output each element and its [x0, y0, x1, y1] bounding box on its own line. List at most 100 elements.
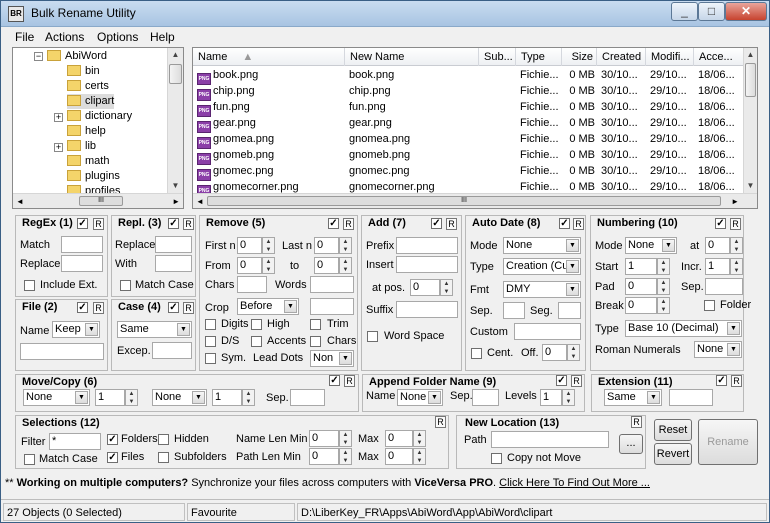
roman-numerals-select[interactable]: None ▼ [694, 341, 742, 358]
path-len-min-spinner[interactable]: ▲ ▼ [339, 448, 352, 465]
spin-up-icon[interactable]: ▲ [563, 390, 574, 398]
scroll-right-arrow[interactable]: ► [172, 195, 180, 208]
table-row[interactable]: PNG gear.png gear.png Fichie... 0 MB 30/10...… [193, 115, 745, 133]
spin-down-icon[interactable]: ▼ [658, 267, 669, 275]
spin-down-icon[interactable]: ▼ [441, 288, 452, 296]
tree-item[interactable]: plugins [67, 169, 120, 184]
tree-item[interactable]: lib [67, 139, 96, 154]
column-header-size[interactable]: Size [562, 48, 597, 66]
tree-horizontal-scrollbar[interactable]: ◄ III ► [13, 193, 183, 208]
scroll-thumb[interactable]: III [79, 196, 123, 206]
numbering-type-select[interactable]: Base 10 (Decimal) ▼ [625, 320, 742, 337]
case-enable-checkbox[interactable]: ✓ [168, 302, 179, 313]
promo-link[interactable]: Click Here To Find Out More ... [499, 477, 650, 489]
selections-match-case-checkbox[interactable] [24, 454, 35, 465]
file-enable-checkbox[interactable]: ✓ [77, 302, 88, 313]
spin-down-icon[interactable]: ▼ [243, 398, 254, 406]
move-copy-sep-input[interactable] [290, 389, 325, 406]
spin-up-icon[interactable]: ▲ [658, 259, 669, 267]
levels-input[interactable]: 1 [540, 389, 562, 406]
at-pos-spinner[interactable]: ▲ ▼ [440, 279, 453, 296]
files-checkbox[interactable]: ✓ [107, 452, 118, 463]
date-custom-input[interactable] [514, 323, 581, 340]
tree-item[interactable]: math [67, 154, 109, 169]
column-header-sub[interactable]: Sub... [479, 48, 516, 66]
last-n-spinner[interactable]: ▲ ▼ [339, 237, 352, 254]
close-button[interactable]: ✕ [725, 2, 767, 21]
spin-down-icon[interactable]: ▼ [563, 398, 574, 406]
break-spinner[interactable]: ▲ ▼ [657, 297, 670, 314]
levels-spinner[interactable]: ▲ ▼ [562, 389, 575, 406]
numbering-at-input[interactable]: 0 [705, 237, 730, 254]
file-list[interactable]: Name ▲ New Name Sub... Type Size Created… [192, 47, 758, 209]
date-type-select[interactable]: Creation (Cur ▼ [503, 258, 581, 275]
append-name-select[interactable]: None ▼ [397, 389, 443, 406]
date-offset-input[interactable]: 0 [542, 344, 567, 361]
move-copy-count-spinner[interactable]: ▲ ▼ [125, 389, 138, 406]
numbering-sep-input[interactable] [705, 278, 743, 295]
spin-up-icon[interactable]: ▲ [243, 390, 254, 398]
append-folder-reset-button[interactable]: R [571, 375, 582, 387]
suffix-input[interactable] [396, 301, 458, 318]
tree-item-selected[interactable]: clipart [67, 94, 115, 109]
pad-spinner[interactable]: ▲ ▼ [657, 278, 670, 295]
spin-up-icon[interactable]: ▲ [263, 258, 274, 266]
auto-date-reset-button[interactable]: R [573, 218, 584, 230]
column-header-type[interactable]: Type [516, 48, 562, 66]
regex-enable-checkbox[interactable]: ✓ [77, 218, 88, 229]
spin-up-icon[interactable]: ▲ [731, 238, 742, 246]
move-copy-count-input[interactable]: 1 [95, 389, 125, 406]
reset-button[interactable]: Reset [654, 419, 692, 441]
spin-up-icon[interactable]: ▲ [263, 238, 274, 246]
at-pos-input[interactable]: 0 [410, 279, 440, 296]
digits-checkbox[interactable] [205, 319, 216, 330]
spin-up-icon[interactable]: ▲ [340, 449, 351, 457]
spin-up-icon[interactable]: ▲ [414, 431, 425, 439]
prefix-input[interactable] [396, 237, 458, 254]
append-sep-input[interactable] [472, 389, 499, 406]
numbering-enable-checkbox[interactable]: ✓ [715, 218, 726, 229]
new-location-reset-button[interactable]: R [631, 416, 642, 428]
last-n-input[interactable]: 0 [314, 237, 339, 254]
spin-up-icon[interactable]: ▲ [731, 259, 742, 267]
spin-up-icon[interactable]: ▲ [568, 345, 579, 353]
scroll-down-arrow[interactable]: ▼ [168, 179, 183, 193]
trim-checkbox[interactable] [310, 319, 321, 330]
spin-down-icon[interactable]: ▼ [263, 266, 274, 274]
sym-checkbox[interactable] [205, 353, 216, 364]
numbering-mode-select[interactable]: None ▼ [625, 237, 677, 254]
maximize-button[interactable]: □ [698, 2, 725, 21]
extension-enable-checkbox[interactable]: ✓ [716, 375, 727, 386]
menu-file[interactable]: File [15, 30, 34, 44]
extension-select[interactable]: Same ▼ [604, 389, 662, 406]
tree-item[interactable]: bin [67, 64, 100, 79]
words-input[interactable] [310, 276, 354, 293]
file-reset-button[interactable]: R [93, 302, 104, 314]
file-name-input[interactable] [20, 343, 104, 360]
move-copy-enable-checkbox[interactable]: ✓ [329, 375, 340, 386]
first-n-spinner[interactable]: ▲ ▼ [262, 237, 275, 254]
move-copy-mode-select[interactable]: None ▼ [23, 389, 90, 406]
table-row[interactable]: PNG chip.png chip.png Fichie... 0 MB 30/10...… [193, 83, 745, 101]
first-n-input[interactable]: 0 [237, 237, 262, 254]
table-row[interactable]: PNG gnomec.png gnomec.png Fichie... 0 MB 30/1… [193, 163, 745, 181]
extension-input[interactable] [669, 389, 713, 406]
word-space-checkbox[interactable] [367, 331, 378, 342]
insert-input[interactable] [396, 256, 458, 273]
spin-up-icon[interactable]: ▲ [340, 238, 351, 246]
scroll-right-arrow[interactable]: ► [731, 195, 739, 208]
file-list-vertical-scrollbar[interactable]: ▲ ▼ [743, 48, 757, 193]
replace-reset-button[interactable]: R [183, 218, 194, 230]
lead-dots-select[interactable]: Non ▼ [310, 350, 354, 367]
to-input[interactable]: 0 [314, 257, 339, 274]
copy-not-move-checkbox[interactable] [491, 453, 502, 464]
folders-checkbox[interactable]: ✓ [107, 434, 118, 445]
table-row[interactable]: PNG book.png book.png Fichie... 0 MB 30/10...… [193, 67, 745, 85]
from-input[interactable]: 0 [237, 257, 262, 274]
tree-vertical-scrollbar[interactable]: ▲ ▼ [167, 48, 183, 193]
scroll-left-arrow[interactable]: ◄ [16, 195, 24, 208]
rename-button[interactable]: Rename [698, 419, 758, 465]
extension-reset-button[interactable]: R [731, 375, 742, 387]
spin-up-icon[interactable]: ▲ [340, 258, 351, 266]
browse-button[interactable]: ... [619, 434, 643, 454]
